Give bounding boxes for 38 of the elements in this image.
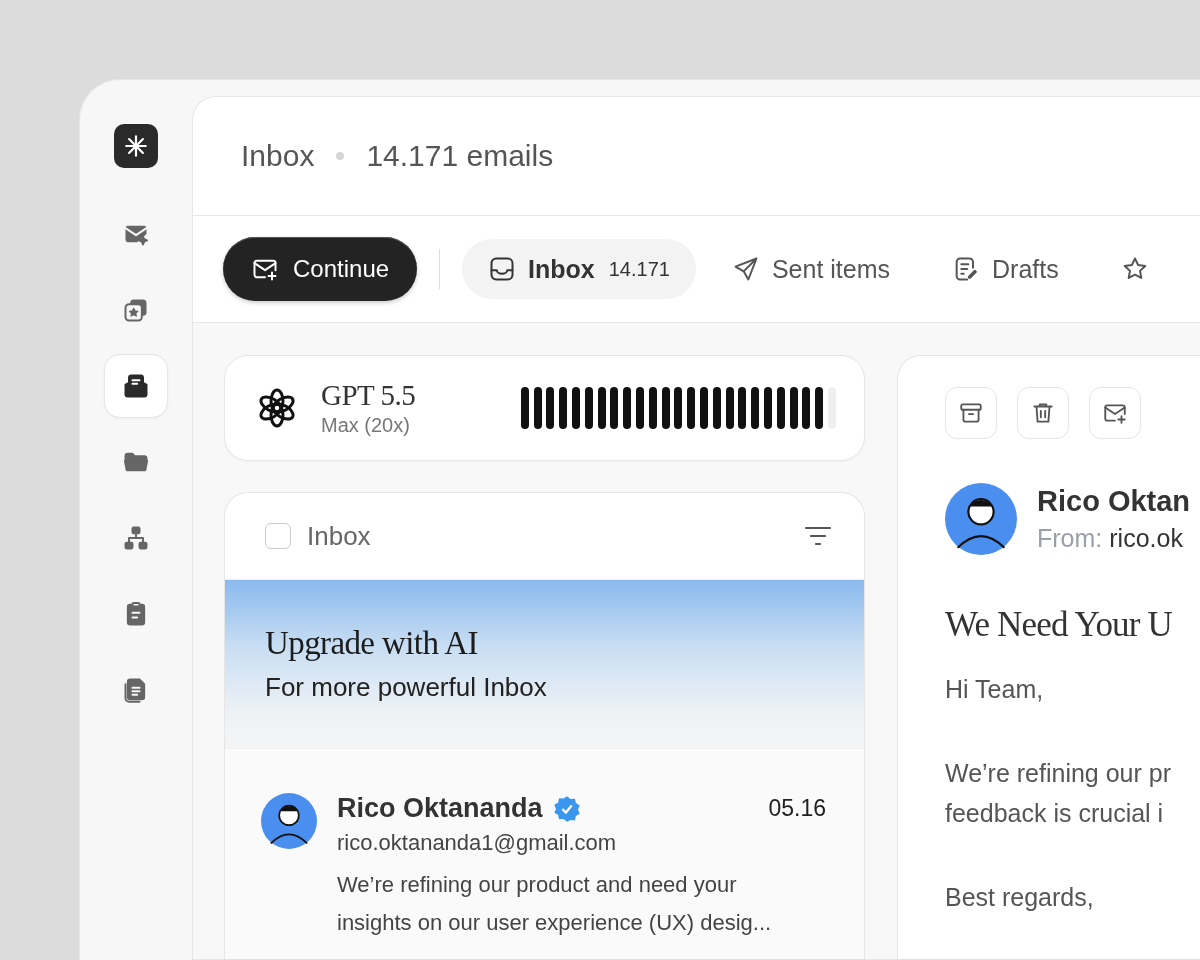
select-all-checkbox[interactable]: [265, 523, 291, 549]
separator-dot: [336, 152, 345, 160]
tab[interactable]: Sent items: [705, 239, 917, 299]
tab[interactable]: Inbox 14.171: [462, 239, 696, 299]
action-button[interactable]: [1089, 387, 1141, 439]
banner-title: Upgrade with AI: [265, 625, 479, 662]
upgrade-banner[interactable]: Upgrade with AI For more powerful Inbox: [225, 579, 864, 749]
trash-icon: [1030, 400, 1056, 426]
app-logo[interactable]: [114, 124, 158, 168]
continue-button[interactable]: Continue: [223, 237, 418, 301]
from-label: From:: [1037, 524, 1103, 553]
sender-email: rico.ok: [1109, 524, 1183, 553]
email-preview: We’re refining our product and need your insights on our user experience (UX) desig...: [337, 871, 773, 937]
hierarchy-icon: [122, 524, 150, 552]
email-subject: We Need Your U: [945, 605, 1174, 645]
plan-label: Max (20x): [321, 414, 411, 437]
banner-subtitle: For more powerful Inbox: [265, 672, 548, 703]
list-title: Inbox: [307, 520, 372, 552]
archive-box-icon: [958, 400, 984, 426]
body-text: feedback is crucial i: [945, 798, 1165, 829]
action-button[interactable]: [1017, 387, 1069, 439]
sidebar-item[interactable]: [104, 354, 168, 418]
filter-icon[interactable]: [804, 525, 832, 547]
body-text: Hi Team,: [945, 674, 1045, 705]
sender-name: Rico Oktan: [1037, 485, 1191, 518]
model-name: GPT 5.5: [321, 379, 417, 412]
body-text: Best regards,: [945, 882, 1095, 913]
email-count: 14.171 emails: [366, 139, 554, 173]
avatar-silhouette: [945, 483, 1017, 555]
body-text: We’re refining our pr: [945, 758, 1173, 789]
email-time: 05.16: [768, 795, 826, 822]
email-row[interactable]: Rico Oktananda 05.16 rico.oktananda1@gmail.com We’re refining our product and need your insights on our user experience (UX) desig...: [225, 749, 864, 959]
action-button[interactable]: [945, 387, 997, 439]
sender-email: rico.oktananda1@gmail.com: [337, 830, 618, 856]
tab[interactable]: Drafts: [926, 239, 1085, 299]
avatar-silhouette: [261, 793, 317, 849]
page-title: Inbox: [241, 139, 315, 173]
sender-name: Rico Oktananda: [337, 793, 543, 824]
